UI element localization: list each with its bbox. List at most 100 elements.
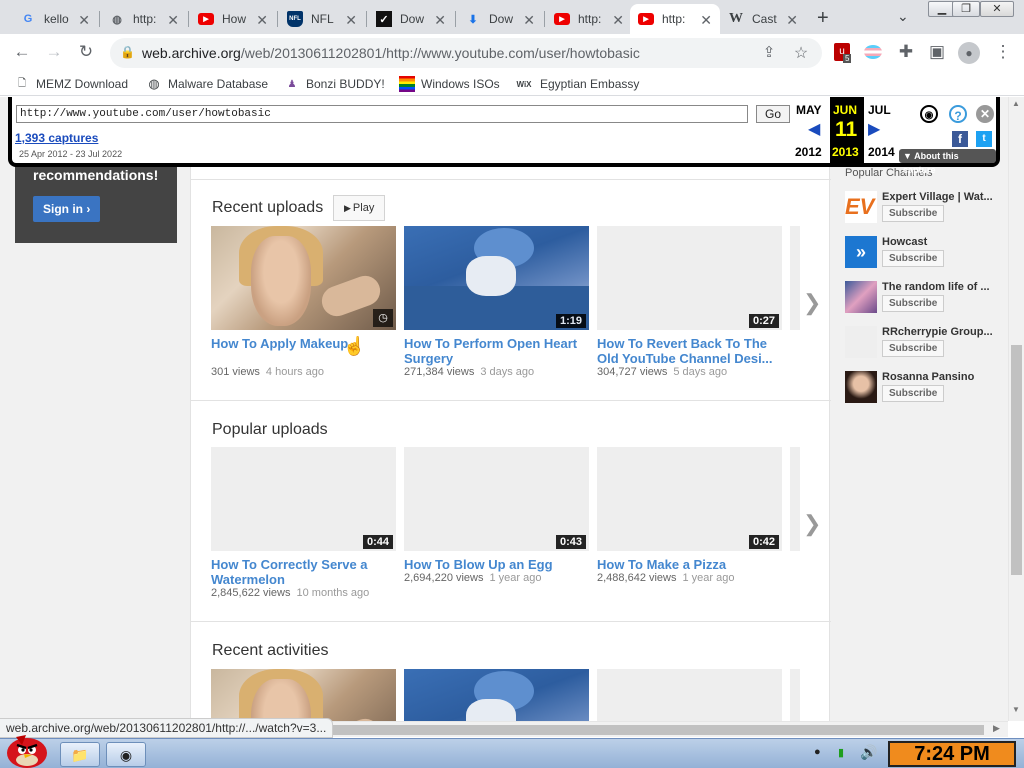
start-button-angry-bird-icon[interactable] — [2, 729, 52, 768]
channel-avatar[interactable] — [845, 281, 877, 313]
video-card[interactable]: 0:42 How To Make a Pizza 2,488,642 views… — [597, 447, 782, 584]
video-title-link[interactable]: How To Apply Makeup — [211, 336, 396, 366]
bookmark-bonzi-buddy[interactable]: ♟ Bonzi BUDDY! — [284, 76, 385, 92]
bookmark-windows-isos[interactable]: Windows ISOs — [399, 76, 500, 92]
channel-avatar[interactable] — [845, 326, 877, 358]
channel-name[interactable]: Rosanna Pansino — [882, 371, 998, 383]
tray-volume-icon[interactable]: 🔊 — [860, 744, 877, 761]
wayback-go-button[interactable]: Go — [756, 105, 790, 123]
vertical-scroll-thumb[interactable] — [1011, 345, 1022, 575]
address-bar[interactable]: 🔒 web.archive.org/web/20130611202801/htt… — [110, 38, 822, 68]
about-this-capture-button[interactable]: ▼ About this capture — [899, 149, 996, 175]
taskbar-explorer-folder-icon[interactable]: 📁 — [60, 742, 100, 767]
tab-close-icon[interactable]: ✕ — [612, 12, 624, 29]
twitter-icon[interactable]: t — [976, 131, 992, 147]
captures-link[interactable]: 1,393 captures — [15, 131, 98, 145]
video-card[interactable]: ◷ How To Apply Makeup 301 views 4 hours a… — [211, 226, 396, 378]
tab-3[interactable]: ▶ How ✕ — [190, 4, 276, 34]
howcast-logo-icon[interactable]: » — [845, 236, 877, 268]
reload-icon[interactable]: ↻ — [75, 42, 97, 62]
tab-close-icon[interactable]: ✕ — [700, 12, 712, 29]
tab-close-icon[interactable]: ✕ — [78, 12, 90, 29]
bookmark-memz[interactable]: 🗋 MEMZ Download — [14, 76, 128, 92]
video-card[interactable]: 0:43 How To Blow Up an Egg 2,694,220 vie… — [404, 447, 589, 584]
video-thumbnail[interactable]: 1:19 — [404, 226, 589, 330]
channel-name[interactable]: The random life of ... — [882, 281, 998, 293]
next-year-label[interactable]: 2014 — [868, 145, 895, 159]
video-title-link[interactable]: How To Perform Open Heart Surgery — [404, 336, 589, 366]
activity-thumbnail[interactable] — [597, 669, 782, 721]
channel-item[interactable]: The random life of ... Subscribe — [845, 281, 1005, 321]
url-text[interactable]: web.archive.org/web/20130611202801/http:… — [142, 45, 640, 61]
channel-item[interactable]: Rosanna Pansino Subscribe — [845, 371, 1005, 411]
next-month-label[interactable]: JUL — [868, 103, 891, 117]
video-thumbnail[interactable]: 0:42 — [597, 447, 782, 551]
video-thumbnail[interactable]: 0:44 — [211, 447, 396, 551]
prev-month-label[interactable]: MAY — [796, 103, 822, 117]
scroll-right-arrow-icon[interactable]: ▶ — [993, 723, 1000, 734]
subscribe-button[interactable]: Subscribe — [882, 205, 945, 222]
video-title-link[interactable]: How To Correctly Serve a Watermelon — [211, 557, 396, 587]
activity-card[interactable] — [211, 669, 396, 721]
subscribe-button[interactable]: Subscribe — [882, 250, 945, 267]
user-account-icon[interactable]: ◉ — [920, 105, 938, 123]
forward-icon[interactable]: → — [43, 42, 65, 62]
flag-extension-icon[interactable] — [864, 45, 882, 59]
channel-item[interactable]: RRcherrypie Group... Subscribe — [845, 326, 1005, 366]
tab-2[interactable]: ◍ http: ✕ — [101, 4, 187, 34]
facebook-icon[interactable]: f — [952, 131, 968, 147]
lock-icon[interactable]: 🔒 — [120, 45, 135, 59]
tab-6[interactable]: ⬇ Dow ✕ — [457, 4, 543, 34]
menu-kebab-icon[interactable]: ⋮ — [992, 42, 1014, 62]
carousel-next-chevron-icon[interactable]: ❯ — [803, 290, 821, 316]
tab-close-icon[interactable]: ✕ — [434, 12, 446, 29]
wayback-url-input[interactable]: http://www.youtube.com/user/howtobasic — [16, 105, 748, 123]
profile-avatar-icon[interactable]: ● — [958, 42, 980, 64]
tab-close-icon[interactable]: ✕ — [256, 12, 268, 29]
video-card[interactable]: 0:44 How To Correctly Serve a Watermelon… — [211, 447, 396, 599]
video-card[interactable]: 0:27 How To Revert Back To The Old YouTu… — [597, 226, 782, 378]
watch-later-clock-icon[interactable]: ◷ — [373, 309, 393, 327]
tab-close-icon[interactable]: ✕ — [167, 12, 179, 29]
next-capture-arrow-icon[interactable]: ▶ — [868, 119, 880, 139]
close-window-button[interactable]: ✕ — [980, 1, 1014, 17]
bookmark-egyptian-embassy[interactable]: WiX Egyptian Embassy — [514, 76, 639, 92]
play-all-button[interactable]: ▶ Play — [333, 195, 386, 221]
channel-name[interactable]: Expert Village | Wat... — [882, 191, 998, 203]
video-thumbnail[interactable]: 0:27 — [597, 226, 782, 330]
tab-search-chevron-icon[interactable]: ⌄ — [897, 8, 909, 25]
activity-thumbnail[interactable] — [211, 669, 396, 721]
scroll-up-arrow-icon[interactable]: ▲ — [1012, 99, 1020, 108]
tray-battery-icon[interactable]: ▮ — [838, 746, 844, 759]
prev-year-label[interactable]: 2012 — [795, 145, 822, 159]
new-tab-button[interactable]: + — [817, 7, 829, 30]
carousel-next-chevron-icon[interactable]: ❯ — [803, 511, 821, 537]
channel-avatar[interactable] — [845, 371, 877, 403]
video-title-link[interactable]: How To Blow Up an Egg — [404, 557, 589, 572]
tab-close-icon[interactable]: ✕ — [523, 12, 535, 29]
tab-4[interactable]: NFL NFL ✕ — [279, 4, 365, 34]
tab-5[interactable]: ✓ Dow ✕ — [368, 4, 454, 34]
help-icon[interactable]: ? — [949, 105, 967, 123]
video-title-link[interactable]: How To Make a Pizza — [597, 557, 782, 572]
video-card[interactable]: 1:19 How To Perform Open Heart Surgery 2… — [404, 226, 589, 378]
close-toolbar-icon[interactable]: ✕ — [976, 105, 994, 123]
taskbar-clock[interactable]: 7:24 PM — [888, 741, 1016, 767]
maximize-button[interactable]: ❐ — [952, 1, 980, 17]
activity-thumbnail[interactable] — [404, 669, 589, 721]
tab-close-icon[interactable]: ✕ — [786, 12, 798, 29]
sign-in-button[interactable]: Sign in › — [33, 196, 101, 222]
subscribe-button[interactable]: Subscribe — [882, 295, 945, 312]
prev-capture-arrow-icon[interactable]: ◀ — [808, 119, 820, 139]
side-panel-icon[interactable]: ▣ — [926, 42, 948, 62]
channel-name[interactable]: RRcherrypie Group... — [882, 326, 998, 338]
channel-name[interactable]: Howcast — [882, 236, 998, 248]
activity-card[interactable] — [597, 669, 782, 721]
bookmark-malware-database[interactable]: ◍ Malware Database — [146, 76, 268, 92]
video-thumbnail[interactable]: 0:43 — [404, 447, 589, 551]
tab-9[interactable]: W Cast ✕ — [720, 4, 806, 34]
subscribe-button[interactable]: Subscribe — [882, 340, 945, 357]
bookmark-star-icon[interactable]: ☆ — [790, 43, 812, 63]
subscribe-button[interactable]: Subscribe — [882, 385, 945, 402]
tab-8-active[interactable]: ▶ http: ✕ — [630, 4, 720, 34]
